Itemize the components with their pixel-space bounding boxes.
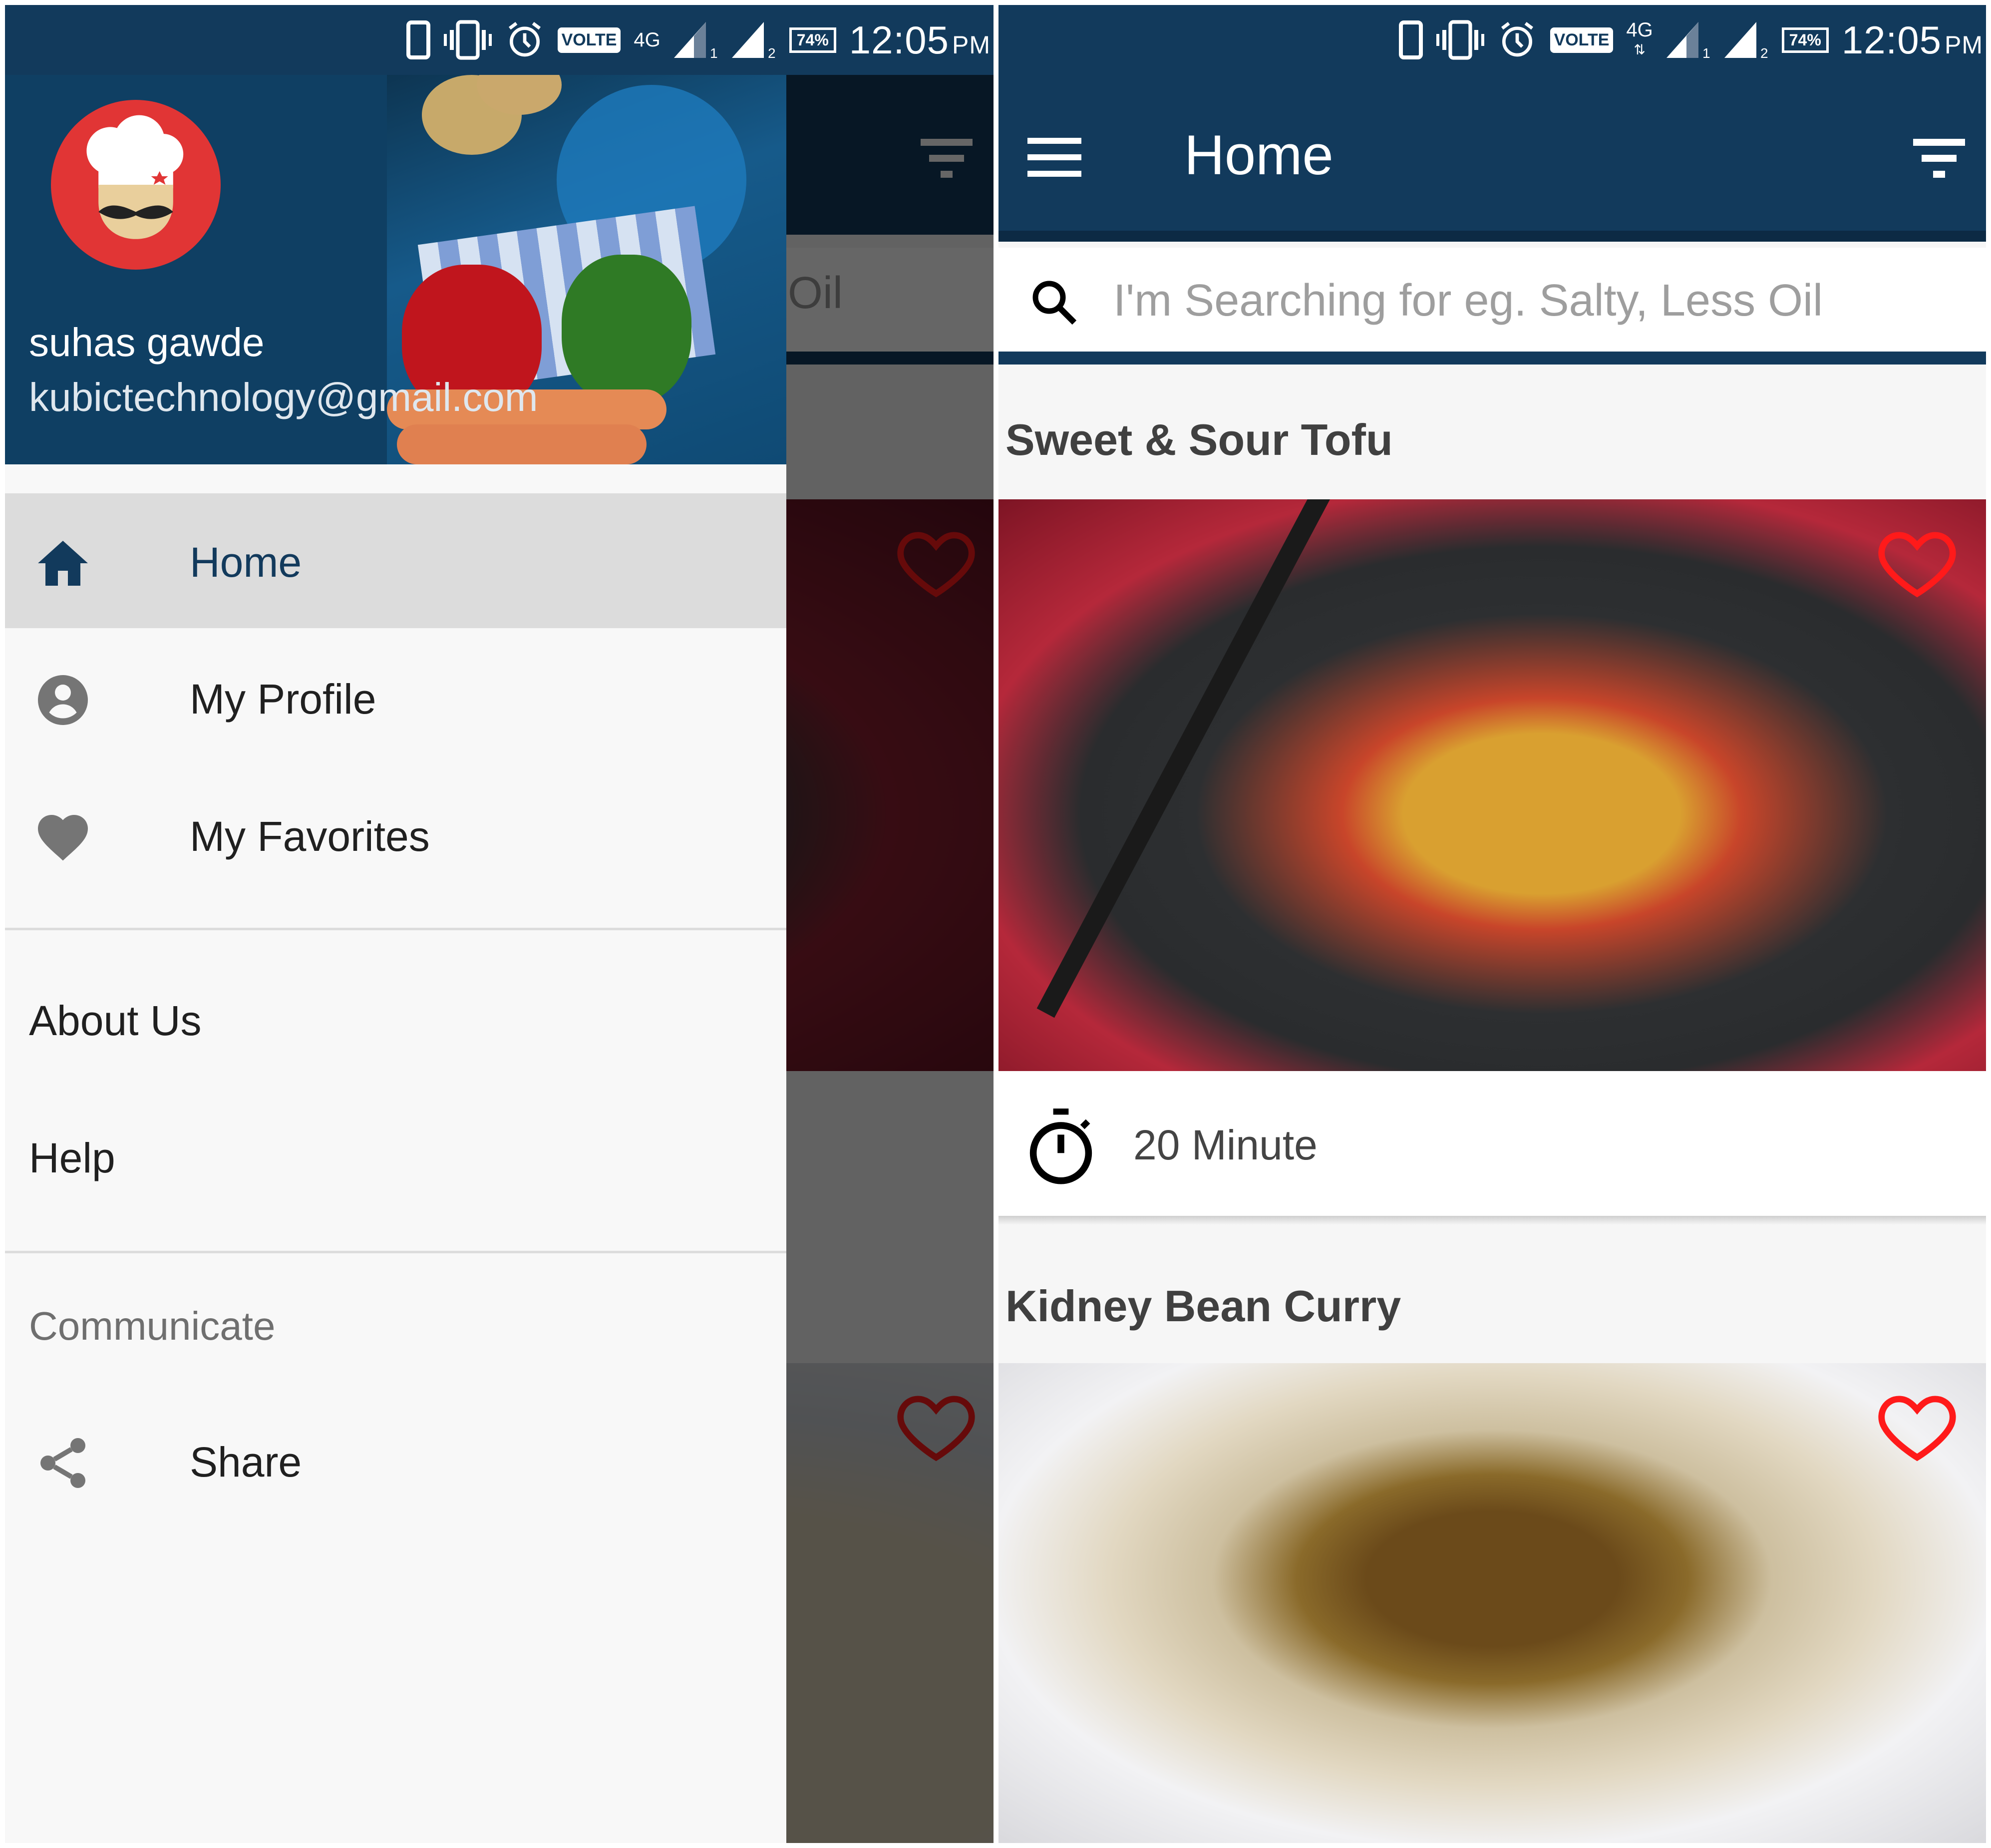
filter-icon xyxy=(1913,139,1965,146)
recipe-title[interactable]: Kidney Bean Curry xyxy=(1005,1281,1401,1332)
drawer-item-label: My Favorites xyxy=(190,813,430,860)
heart-icon xyxy=(38,815,88,861)
chopsticks-shape xyxy=(1036,499,1336,1018)
drawer-divider xyxy=(5,1251,786,1253)
svg-text:2: 2 xyxy=(1760,45,1768,60)
recipe-time-row: 20 Minute xyxy=(998,1071,1986,1216)
status-bar: VOLTE 4G ⇅ 1 2 74% 12:05 PM xyxy=(998,5,1986,75)
drawer-item-about-us[interactable]: About Us xyxy=(5,954,786,1084)
phone-screen-drawer-open: Oil VOLTE 4G 1 2 74% 12:05PM xyxy=(5,5,994,1843)
clock-time: 12:05 xyxy=(849,17,949,62)
account-circle-icon xyxy=(38,675,88,725)
battery-icon: 74% xyxy=(1781,27,1829,53)
filter-button[interactable] xyxy=(1913,139,1965,179)
drawer-item-help[interactable]: Help xyxy=(5,1091,786,1221)
favorite-toggle-icon[interactable] xyxy=(1872,1383,1962,1468)
phone-icon xyxy=(1398,20,1423,59)
drawer-section-header: Communicate xyxy=(29,1304,276,1348)
recipe-title[interactable]: Sweet & Sour Tofu xyxy=(1005,414,1393,465)
drawer-item-my-profile[interactable]: My Profile xyxy=(5,630,786,765)
carrot-shape xyxy=(397,424,647,464)
volte-badge: VOLTE xyxy=(557,27,621,53)
clock-ampm: PM xyxy=(952,30,991,59)
menu-button[interactable] xyxy=(1027,138,1081,177)
drawer-scrim[interactable] xyxy=(786,75,994,1843)
phone-screen-home: VOLTE 4G⇅ 1 2 74% 12:05PM Home Sweet & S… xyxy=(998,5,1986,1843)
drawer-divider xyxy=(5,928,786,930)
clock: 12:05 PM xyxy=(1842,17,1983,63)
alarm-icon xyxy=(1501,22,1533,57)
drawer-item-share[interactable]: Share xyxy=(5,1393,786,1528)
search-icon xyxy=(1032,281,1077,325)
clock-time: 12:05 xyxy=(1841,17,1942,62)
search-bar xyxy=(998,248,1986,352)
vibrate-icon xyxy=(1436,20,1484,60)
chef-icon xyxy=(86,115,184,239)
menu-icon xyxy=(1027,138,1081,144)
drawer-item-label: Help xyxy=(29,1134,115,1181)
avatar[interactable] xyxy=(51,100,221,270)
menu-icon-bar xyxy=(1027,154,1081,160)
page-title: Home xyxy=(1184,124,1333,186)
app-bar: Home xyxy=(998,75,1986,235)
menu-icon-bar xyxy=(1027,171,1081,177)
signal-sim1-icon: 1 xyxy=(673,22,718,60)
4g-label: 4G xyxy=(1626,19,1653,41)
favorite-toggle-icon[interactable] xyxy=(1872,519,1962,604)
green-pepper-shape xyxy=(562,255,691,404)
search-underline xyxy=(998,352,1986,365)
4g-icon: 4G xyxy=(634,29,661,51)
signal-sim1-icon: 1 xyxy=(1666,22,1710,60)
data-arrows-icon: ⇅ xyxy=(1634,42,1646,57)
home-icon xyxy=(38,541,88,586)
drawer-item-my-favorites[interactable]: My Favorites xyxy=(5,767,786,902)
card-divider xyxy=(998,1216,1986,1225)
drawer-header: suhas gawde kubictechnology@gmail.com xyxy=(5,75,786,464)
navigation-drawer: suhas gawde kubictechnology@gmail.com Ho… xyxy=(5,75,786,1843)
4g-icon: 4G ⇅ xyxy=(1626,19,1653,59)
battery-icon: 74% xyxy=(789,27,836,53)
svg-text:2: 2 xyxy=(768,45,776,60)
filter-icon-bar xyxy=(1933,171,1945,178)
share-icon xyxy=(40,1438,85,1488)
phone-icon xyxy=(406,20,430,59)
app-bar-shadow xyxy=(998,231,1986,242)
recipe-image[interactable] xyxy=(998,1363,1986,1843)
drawer-item-label: About Us xyxy=(29,997,202,1044)
drawer-item-label: Home xyxy=(190,539,302,586)
svg-text:1: 1 xyxy=(710,45,718,60)
user-email: kubictechnology@gmail.com xyxy=(29,375,538,419)
recipe-time: 20 Minute xyxy=(1133,1121,1318,1168)
recipe-image[interactable] xyxy=(998,499,1986,1071)
alarm-icon xyxy=(508,22,541,57)
volte-badge: VOLTE xyxy=(1550,27,1614,53)
stopwatch-icon xyxy=(1029,1109,1092,1184)
user-name: suhas gawde xyxy=(29,320,265,365)
status-bar: VOLTE 4G 1 2 74% 12:05 PM xyxy=(5,5,994,75)
search-input[interactable] xyxy=(1112,268,1963,334)
drawer-item-label: Share xyxy=(190,1439,302,1485)
clock: 12:05 PM xyxy=(849,17,991,63)
filter-icon-bar xyxy=(1922,155,1957,162)
clock-ampm: PM xyxy=(1945,30,1983,59)
vibrate-icon xyxy=(443,20,492,60)
signal-sim2-icon: 2 xyxy=(731,22,776,60)
drawer-item-home[interactable]: Home xyxy=(5,493,786,628)
svg-text:1: 1 xyxy=(1702,45,1710,60)
drawer-item-label: My Profile xyxy=(190,676,376,723)
signal-sim2-icon: 2 xyxy=(1724,22,1768,60)
